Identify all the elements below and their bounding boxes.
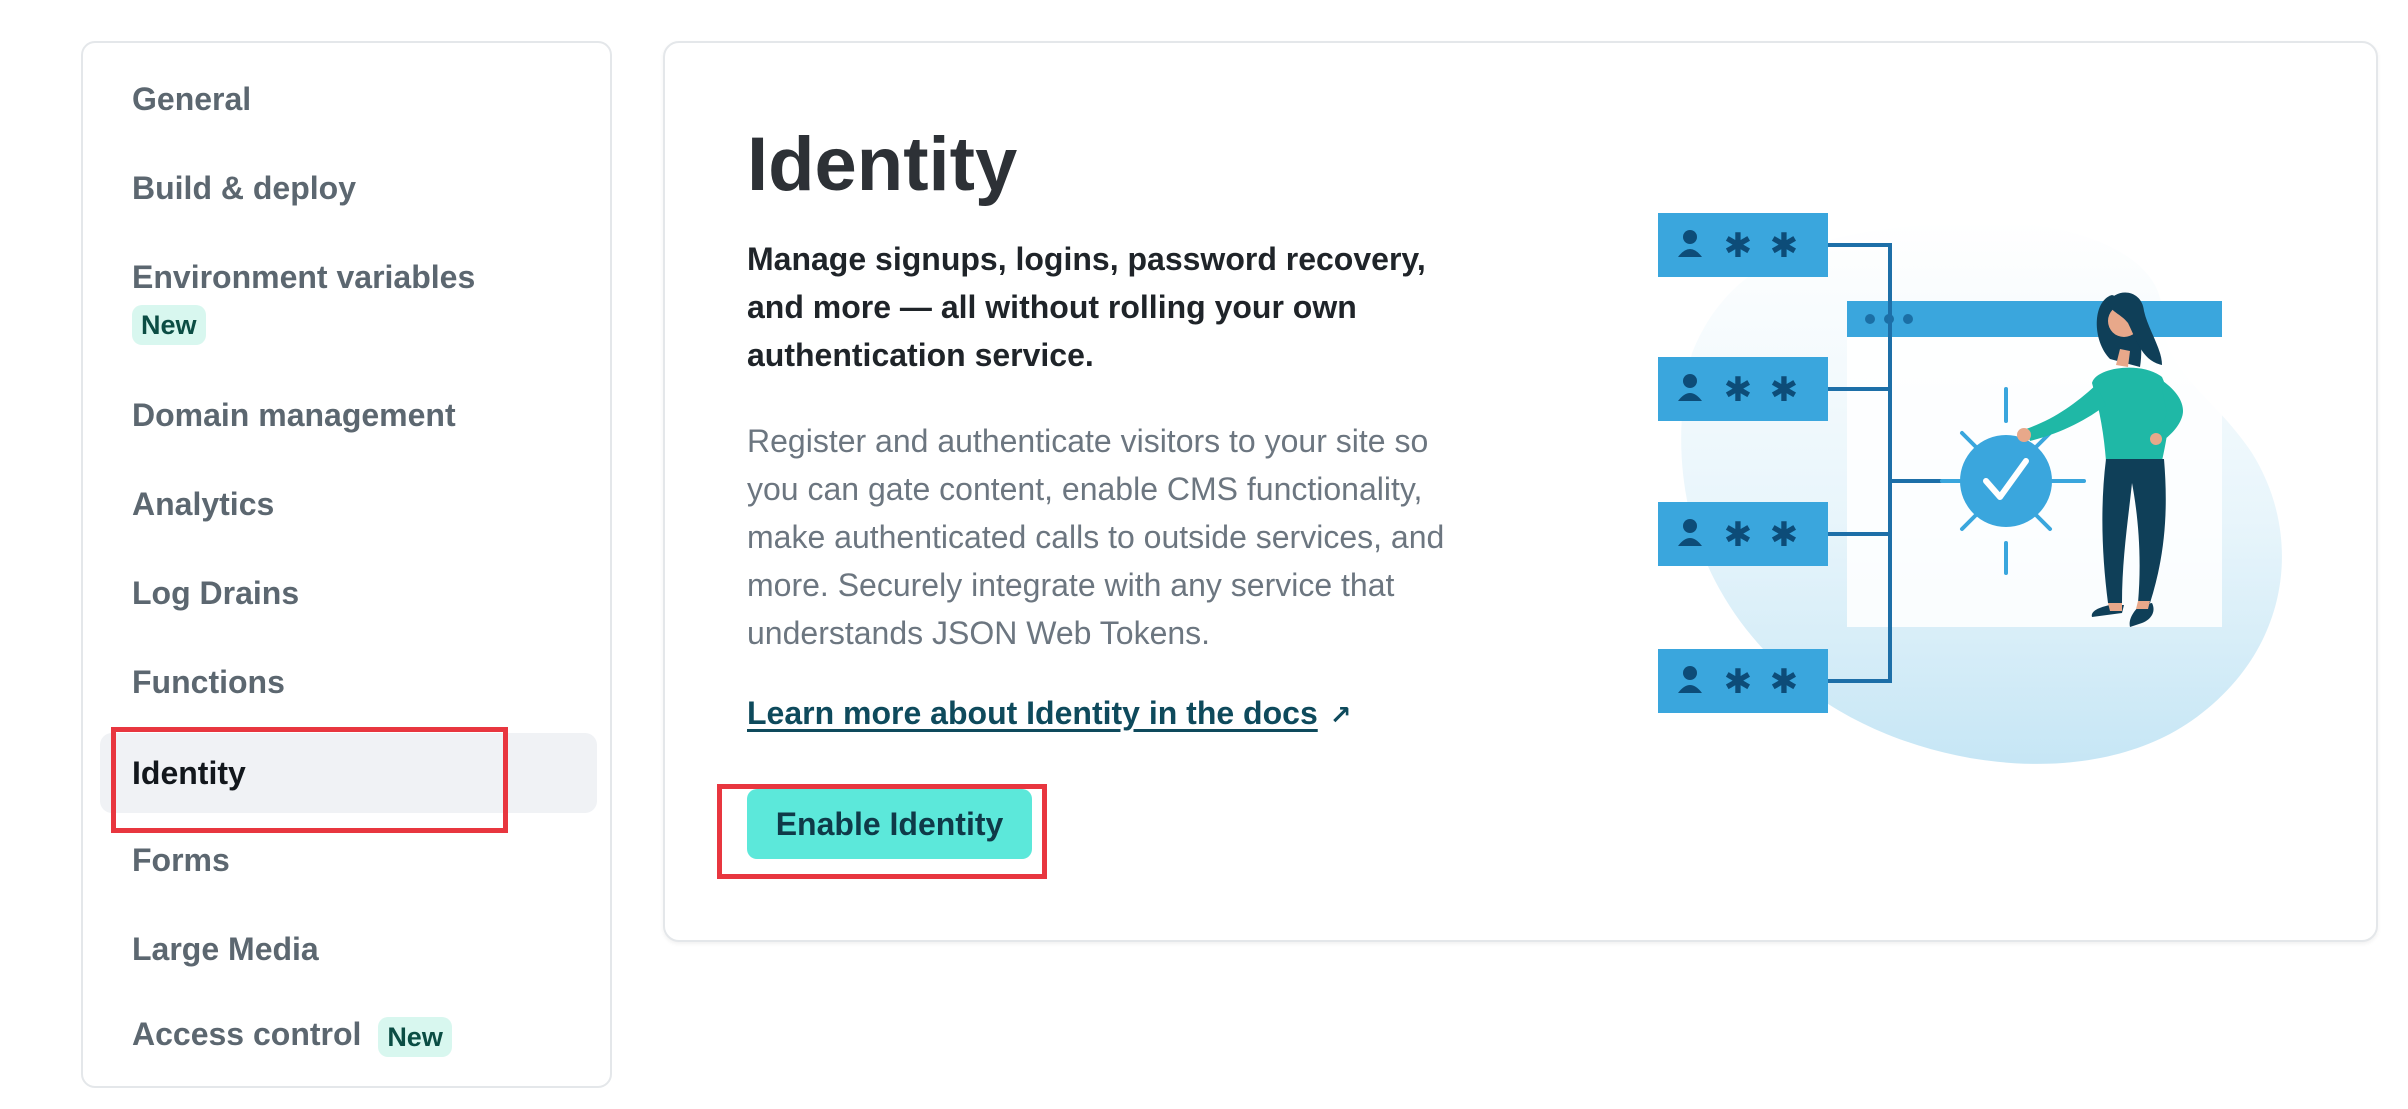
svg-text:✱: ✱	[1770, 515, 1799, 555]
identity-illustration: ✱ ✱ ✱ ✱ ✱ ✱ ✱ ✱	[1658, 213, 2282, 764]
window-dot	[1865, 314, 1875, 324]
svg-text:✱: ✱	[1770, 226, 1799, 266]
identity-card: Identity Manage signups, logins, passwor…	[663, 41, 2378, 942]
sidebar-item-functions[interactable]: Functions	[100, 664, 597, 701]
access-control-new-badge: New	[378, 1016, 452, 1057]
page-title: Identity	[747, 122, 1018, 207]
sidebar-item-label: Forms	[132, 842, 230, 878]
credential-card: ✱ ✱	[1658, 649, 1828, 713]
sidebar-item-label: Large Media	[132, 931, 319, 967]
sidebar-item-domain-management[interactable]: Domain management	[100, 397, 597, 434]
sidebar-item-large-media[interactable]: Large Media	[100, 931, 597, 968]
sidebar-item-label: Identity	[132, 755, 246, 791]
sidebar-item-environment-variables[interactable]: Environment variables	[100, 259, 597, 296]
sidebar-item-label: General	[132, 81, 252, 117]
sidebar-item-forms[interactable]: Forms	[100, 842, 597, 879]
sidebar-item-label: Analytics	[132, 486, 275, 522]
sidebar-item-label: Access control	[132, 1016, 362, 1052]
credential-card: ✱ ✱	[1658, 357, 1828, 421]
credential-card: ✱ ✱	[1658, 502, 1828, 566]
svg-text:✱: ✱	[1770, 370, 1799, 410]
env-vars-new-badge: New	[132, 305, 206, 345]
window-dot	[1903, 314, 1913, 324]
svg-text:✱: ✱	[1724, 370, 1753, 410]
sidebar-item-build-deploy[interactable]: Build & deploy	[100, 170, 597, 207]
sidebar-item-label: Domain management	[132, 397, 456, 433]
docs-link[interactable]: Learn more about Identity in the docs ↗	[747, 695, 1352, 732]
svg-text:✱: ✱	[1770, 662, 1799, 702]
external-link-icon: ↗	[1329, 700, 1352, 730]
docs-link-label: Learn more about Identity in the docs	[747, 695, 1318, 731]
sidebar-item-analytics[interactable]: Analytics	[100, 486, 597, 523]
lead-text: Manage signups, logins, password recover…	[747, 241, 1426, 373]
description-text: Register and authenticate visitors to yo…	[747, 423, 1445, 651]
sidebar-item-label: Build & deploy	[132, 170, 356, 206]
sidebar-item-label: Functions	[132, 664, 285, 700]
enable-identity-button[interactable]: Enable Identity	[747, 789, 1032, 859]
svg-text:✱: ✱	[1724, 226, 1753, 266]
svg-text:✱: ✱	[1724, 515, 1753, 555]
sidebar-item-identity[interactable]: Identity	[100, 733, 597, 813]
settings-sidebar: General Build & deploy Environment varia…	[81, 41, 612, 1088]
new-badge: New	[132, 305, 206, 345]
credential-card: ✱ ✱	[1658, 213, 1828, 277]
svg-text:✱: ✱	[1724, 662, 1753, 702]
sidebar-item-log-drains[interactable]: Log Drains	[100, 575, 597, 612]
sidebar-item-general[interactable]: General	[100, 81, 597, 118]
sidebar-item-label: Environment variables	[132, 259, 476, 295]
sidebar-item-label: Log Drains	[132, 575, 300, 611]
sidebar-item-access-control[interactable]: Access control New	[100, 1016, 597, 1057]
